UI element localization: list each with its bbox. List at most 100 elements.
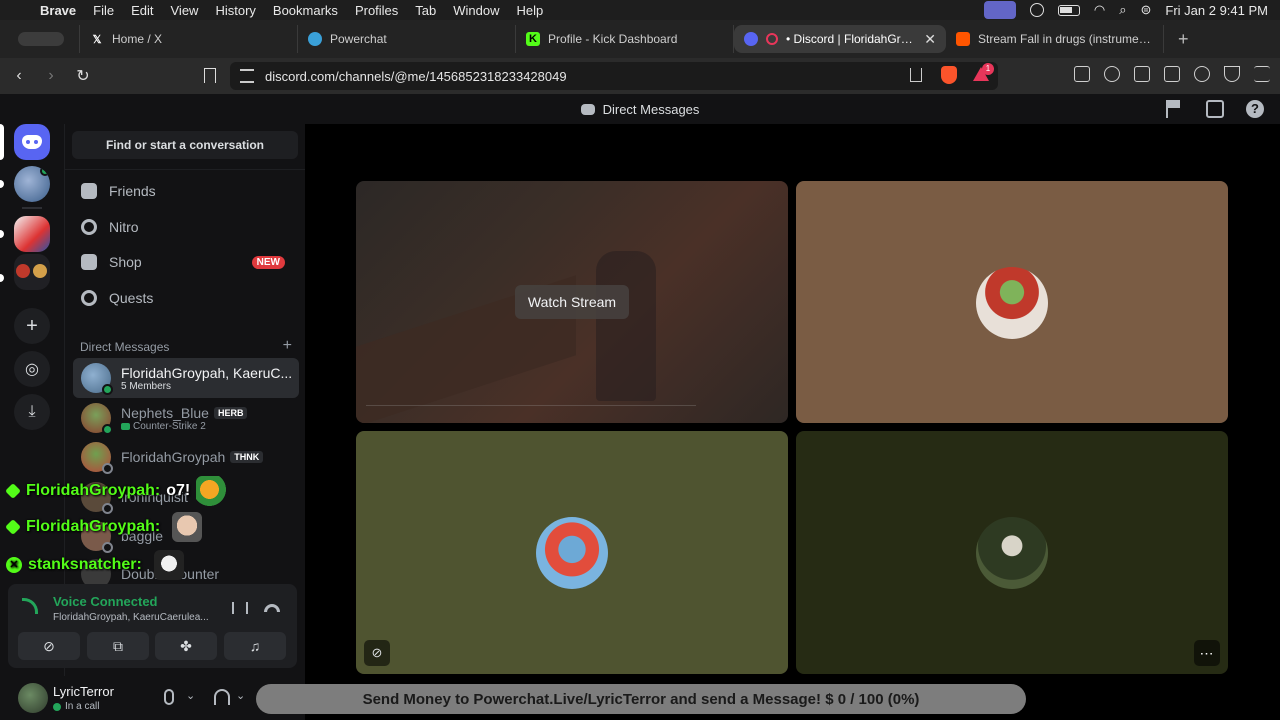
- selected-pill: [0, 124, 4, 160]
- more-options-icon[interactable]: ⋯: [1194, 640, 1220, 666]
- sidebar-item-friends[interactable]: Friends: [73, 174, 299, 208]
- tab-title: Powerchat: [330, 32, 387, 46]
- avatar[interactable]: [18, 683, 48, 713]
- voice-status[interactable]: Voice Connected: [53, 594, 158, 609]
- brave-shields-icon[interactable]: [941, 66, 957, 84]
- participant-tile[interactable]: ⊘: [356, 431, 788, 674]
- tab-soundcloud[interactable]: Stream Fall in drugs (instrumental): [946, 25, 1164, 53]
- page-title: Direct Messages: [602, 101, 700, 117]
- participant-tile[interactable]: ⋯: [796, 431, 1228, 674]
- server-icon[interactable]: [14, 216, 50, 252]
- sidebar-icon[interactable]: [1134, 66, 1150, 82]
- menu-app-name[interactable]: Brave: [40, 3, 76, 18]
- dm-item-group[interactable]: FloridahGroypah, KaeruC... 5 Members: [73, 358, 299, 398]
- dm-item[interactable]: FloridahGroypah THNK: [73, 437, 299, 477]
- sidebar-item-nitro[interactable]: Nitro: [73, 210, 299, 244]
- menu-tab[interactable]: Tab: [415, 3, 436, 18]
- stream-tile[interactable]: Watch Stream: [356, 181, 788, 423]
- participant-tile[interactable]: [796, 181, 1228, 423]
- disconnect-icon[interactable]: [264, 604, 280, 612]
- microphone-icon[interactable]: [164, 689, 174, 705]
- unread-pill: [0, 180, 4, 188]
- menu-profiles[interactable]: Profiles: [355, 3, 398, 18]
- status-online-icon: [102, 424, 113, 435]
- new-tab-icon[interactable]: +: [1178, 29, 1189, 50]
- tab-kick-dashboard[interactable]: K Profile - Kick Dashboard: [516, 25, 734, 53]
- site-settings-icon[interactable]: [240, 69, 254, 83]
- dm-name: FloridahGroypah: [121, 449, 226, 465]
- username[interactable]: LyricTerror: [53, 684, 114, 699]
- folder-server-avatar: [33, 264, 47, 278]
- add-server-button[interactable]: +: [14, 308, 50, 344]
- wallet-icon[interactable]: [1164, 66, 1180, 82]
- server-folder[interactable]: [14, 254, 50, 290]
- menubar-clock[interactable]: Fri Jan 2 9:41 PM: [1165, 3, 1268, 18]
- battery-icon[interactable]: [1057, 4, 1080, 16]
- back-icon[interactable]: ‹: [6, 67, 32, 85]
- watch-stream-button[interactable]: Watch Stream: [515, 285, 629, 319]
- headphones-icon[interactable]: [214, 689, 230, 705]
- chevron-down-icon[interactable]: ⌄: [186, 689, 202, 705]
- tab-title: • Discord | FloridahGroypah: [786, 32, 916, 46]
- share-icon[interactable]: [910, 68, 922, 82]
- folder-server-avatar: [16, 264, 30, 278]
- sidebar-item-label: Nitro: [109, 219, 139, 235]
- screen-share-button[interactable]: ⧉: [87, 632, 149, 660]
- shop-icon: [81, 254, 97, 270]
- flag-icon[interactable]: [1166, 100, 1184, 118]
- server-icon-group-dm[interactable]: [14, 166, 50, 202]
- tab-powerchat[interactable]: Powerchat: [298, 25, 516, 53]
- noise-suppression-icon[interactable]: [232, 602, 248, 614]
- direct-messages-home-button[interactable]: [14, 124, 50, 160]
- wifi-icon[interactable]: ◠: [1094, 2, 1105, 18]
- create-dm-icon[interactable]: +: [283, 338, 292, 354]
- menu-window[interactable]: Window: [453, 3, 499, 18]
- chevron-down-icon[interactable]: ⌄: [236, 689, 252, 705]
- menu-view[interactable]: View: [171, 3, 199, 18]
- frog-emote-icon: [196, 476, 227, 506]
- discover-button[interactable]: ◎: [14, 351, 50, 387]
- bookmark-icon[interactable]: [204, 68, 216, 83]
- tab-x-home[interactable]: 𝕏 Home / X: [80, 25, 298, 53]
- control-center-icon[interactable]: ⊜: [1140, 2, 1151, 18]
- tab-discord[interactable]: • Discord | FloridahGroypah ✕: [734, 25, 946, 53]
- soundboard-button[interactable]: ♫: [224, 632, 286, 660]
- menu-bookmarks[interactable]: Bookmarks: [273, 3, 338, 18]
- reader-mode-icon[interactable]: [1074, 66, 1090, 82]
- voice-channel-name[interactable]: FloridahGroypah, KaeruCaerulea...: [53, 612, 213, 623]
- spotlight-search-icon[interactable]: ⌕: [1119, 2, 1126, 18]
- powerchat-icon: [308, 32, 322, 46]
- chat-username: FloridahGroypah:: [26, 518, 161, 535]
- menu-help[interactable]: Help: [517, 3, 544, 18]
- download-apps-button[interactable]: ⤓: [14, 394, 50, 430]
- camera-off-button[interactable]: ⊘: [18, 632, 80, 660]
- help-icon[interactable]: ?: [1246, 100, 1264, 118]
- donation-goal-bar: Send Money to Powerchat.Live/LyricTerror…: [256, 684, 1026, 714]
- sidebar-item-shop[interactable]: Shop NEW: [73, 245, 299, 279]
- media-icon[interactable]: [1104, 66, 1120, 82]
- find-conversation-button[interactable]: Find or start a conversation: [72, 131, 298, 159]
- play-icon[interactable]: [1029, 3, 1044, 17]
- activities-button[interactable]: ✤: [155, 632, 217, 660]
- sidebar-toggle[interactable]: [0, 25, 80, 53]
- screen-mirror-icon[interactable]: [983, 1, 1016, 19]
- soundcloud-icon: [956, 32, 970, 46]
- menu-icon[interactable]: [1254, 66, 1270, 82]
- menu-file[interactable]: File: [93, 3, 114, 18]
- discord-dm-icon: [580, 103, 595, 115]
- forward-icon[interactable]: ›: [38, 67, 64, 85]
- status-offline-icon: [102, 463, 113, 474]
- address-bar[interactable]: discord.com/channels/@me/145685231823342…: [230, 62, 998, 90]
- sidebar-item-quests[interactable]: Quests: [73, 281, 299, 315]
- clan-tag: THNK: [230, 451, 264, 463]
- dm-item[interactable]: Nephets_Blue HERB Counter-Strike 2: [73, 398, 299, 438]
- vpn-icon[interactable]: [1224, 66, 1240, 82]
- inbox-icon[interactable]: [1206, 100, 1224, 118]
- reload-icon[interactable]: ↻: [70, 66, 96, 86]
- menu-edit[interactable]: Edit: [131, 3, 153, 18]
- heart-badge-icon: [5, 483, 21, 499]
- close-tab-icon[interactable]: ✕: [924, 31, 936, 48]
- menu-history[interactable]: History: [215, 3, 255, 18]
- connection-signal-icon[interactable]: [22, 598, 38, 614]
- leo-ai-icon[interactable]: [1194, 66, 1210, 82]
